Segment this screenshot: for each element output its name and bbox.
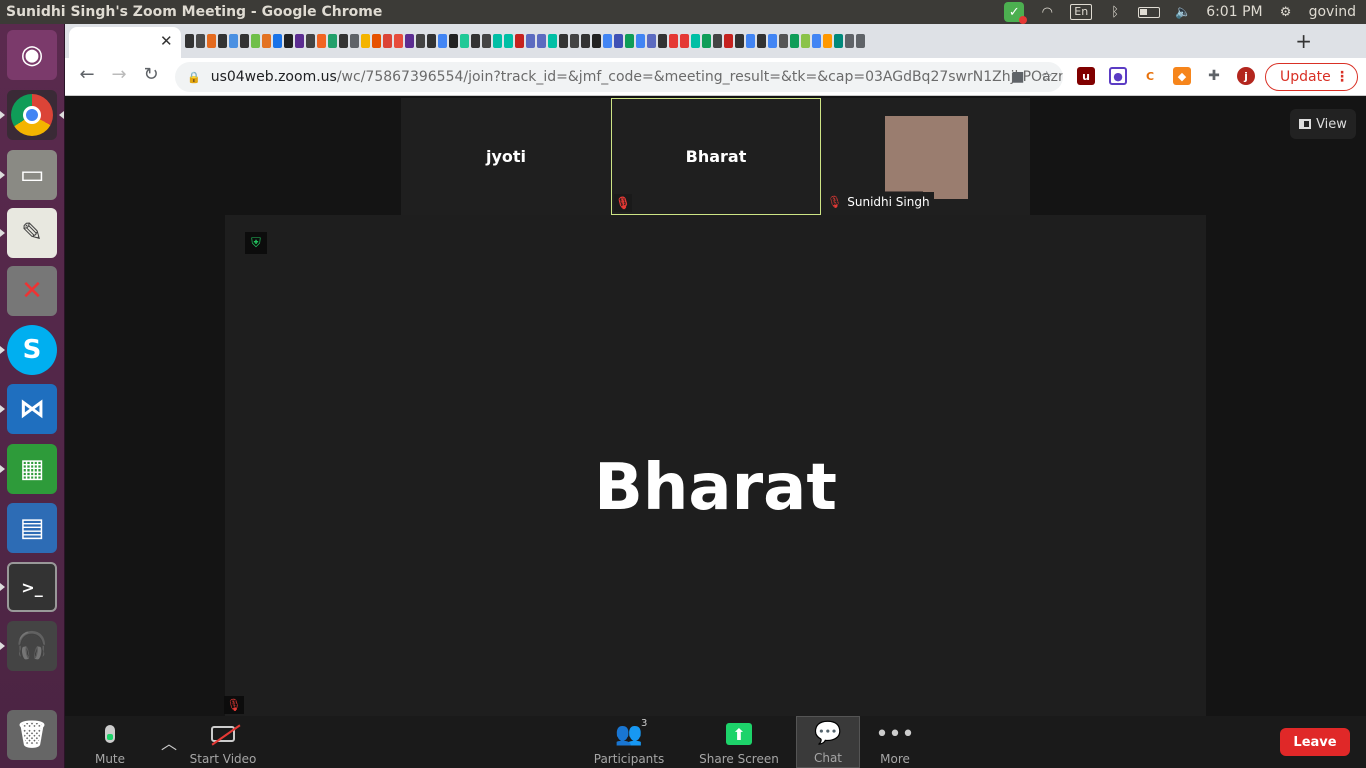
- url-host: us04web.zoom.us: [210, 69, 337, 85]
- text-editor-icon[interactable]: ✎: [7, 208, 57, 258]
- mute-button[interactable]: Mute: [89, 716, 131, 768]
- vscode-icon[interactable]: ⋈: [7, 384, 57, 434]
- running-indicator: [0, 346, 5, 354]
- muted-mic-icon: 🎙: [614, 194, 632, 212]
- screen-recorder-extension-icon[interactable]: ●: [1109, 67, 1127, 85]
- audio-options-chevron-up-icon[interactable]: ︿: [161, 730, 177, 754]
- terminal-icon[interactable]: >_: [7, 562, 57, 612]
- forward-arrow-icon[interactable]: →: [107, 64, 131, 85]
- running-indicator: [0, 465, 5, 473]
- participant-name: jyoti: [485, 147, 527, 166]
- participant-gallery-strip: jyoti Bharat 🎙: [401, 98, 1030, 215]
- ubuntu-dash-icon[interactable]: ◉: [7, 30, 57, 80]
- keyboard-language-indicator[interactable]: En: [1070, 4, 1093, 20]
- document-writer-icon[interactable]: ▤: [7, 503, 57, 553]
- system-tools-icon[interactable]: ✕: [7, 266, 57, 316]
- browser-tab-strip: ✕ +: [65, 24, 1366, 58]
- window-title: Sunidhi Singh's Zoom Meeting - Google Ch…: [6, 4, 383, 20]
- mute-label: Mute: [94, 752, 126, 766]
- more-dots-icon: •••: [875, 721, 915, 747]
- lock-icon[interactable]: 🔒: [187, 71, 201, 84]
- chat-bubble-icon: 💬: [814, 720, 842, 746]
- ublock-extension-icon[interactable]: u: [1077, 67, 1095, 85]
- profile-avatar[interactable]: j: [1237, 67, 1255, 85]
- active-speaker-name: Bharat: [594, 451, 837, 525]
- running-indicator: [0, 642, 5, 650]
- participants-icon: 👥: [615, 721, 643, 747]
- camera-in-use-icon[interactable]: ■: [1011, 69, 1024, 85]
- encryption-shield-icon[interactable]: ⛨: [245, 232, 267, 254]
- metamask-extension-icon[interactable]: ◆: [1173, 67, 1191, 85]
- more-label: More: [880, 752, 910, 766]
- participant-avatar: [885, 116, 968, 199]
- app-launcher: ◉ ▭ ✎ ✕ S ⋈ ▦ ▤ >_ 🎧 🗑: [0, 24, 65, 768]
- participants-button[interactable]: 👥 3 Participants: [593, 716, 665, 768]
- more-button[interactable]: ••• More: [875, 716, 915, 768]
- start-video-button[interactable]: Start Video: [189, 716, 257, 768]
- participant-name-tag: 🎙 Sunidhi Singh: [825, 192, 934, 212]
- headphones-icon[interactable]: 🎧: [7, 621, 57, 671]
- participant-name: Sunidhi Singh: [847, 195, 930, 209]
- battery-icon[interactable]: [1138, 6, 1161, 18]
- extensions-puzzle-icon[interactable]: ✚: [1205, 67, 1223, 85]
- bookmark-star-icon[interactable]: ☆: [1040, 69, 1053, 85]
- update-label: Update: [1280, 69, 1331, 85]
- participant-tile-jyoti[interactable]: jyoti: [401, 98, 611, 215]
- view-label: View: [1316, 116, 1347, 132]
- url-path: /wc/75867396554/join?track_id=&jmf_code=…: [336, 69, 1063, 85]
- chrome-icon[interactable]: [7, 90, 57, 140]
- skype-icon[interactable]: S: [7, 325, 57, 375]
- spreadsheet-icon[interactable]: ▦: [7, 444, 57, 494]
- running-indicator: [0, 229, 5, 237]
- participants-label: Participants: [593, 752, 665, 766]
- share-screen-icon: ⬆: [726, 720, 752, 748]
- user-name[interactable]: govind: [1309, 4, 1356, 20]
- active-speaker-view[interactable]: ⛨ Bharat: [225, 215, 1206, 716]
- grid-view-icon: [1299, 119, 1312, 129]
- clock[interactable]: 6:01 PM: [1206, 4, 1262, 20]
- address-bar[interactable]: 🔒 us04web.zoom.us/wc/75867396554/join?tr…: [175, 62, 1063, 92]
- running-indicator: [0, 583, 5, 591]
- extension-c-icon[interactable]: C: [1141, 67, 1159, 85]
- chrome-update-button[interactable]: Update ⋮: [1265, 63, 1358, 91]
- volume-icon[interactable]: 🔈: [1174, 4, 1192, 20]
- system-top-panel: Sunidhi Singh's Zoom Meeting - Google Ch…: [0, 0, 1366, 24]
- trash-icon[interactable]: 🗑: [7, 710, 57, 760]
- new-tab-icon[interactable]: +: [1295, 29, 1312, 53]
- bluetooth-icon[interactable]: ᛒ: [1106, 4, 1124, 20]
- share-label: Share Screen: [699, 752, 779, 766]
- chat-label: Chat: [813, 751, 843, 765]
- meeting-control-bar: Mute ︿ Start Video 👥 3 Participants ⬆ Sh…: [65, 716, 1366, 768]
- browser-toolbar: ← → ↻ 🔒 us04web.zoom.us/wc/75867396554/j…: [65, 58, 1366, 96]
- focused-indicator: [59, 111, 64, 119]
- running-indicator: [0, 111, 5, 119]
- chat-button[interactable]: 💬 Chat: [796, 716, 860, 768]
- running-indicator: [0, 405, 5, 413]
- wifi-icon[interactable]: ◠: [1038, 4, 1056, 20]
- video-off-icon: [211, 720, 235, 748]
- speaker-muted-mic-icon: 🎙: [224, 696, 244, 714]
- settings-gear-icon[interactable]: ⚙: [1277, 4, 1295, 20]
- files-icon[interactable]: ▭: [7, 150, 57, 200]
- participant-name: Bharat: [685, 147, 747, 166]
- system-tray: ✓ ◠ En ᛒ 🔈 6:01 PM ⚙ govind: [1004, 2, 1366, 24]
- sync-status-icon[interactable]: ✓: [1004, 2, 1028, 24]
- zoom-meeting: jyoti Bharat 🎙 🎙 Sunidhi Singh View ⛨ Bh…: [65, 96, 1366, 768]
- menu-kebab-icon[interactable]: ⋮: [1335, 69, 1349, 85]
- video-label: Start Video: [189, 752, 257, 766]
- close-tab-icon[interactable]: ✕: [160, 32, 173, 50]
- view-layout-button[interactable]: View: [1290, 109, 1356, 139]
- reload-icon[interactable]: ↻: [139, 64, 163, 85]
- microphone-icon: [105, 720, 115, 748]
- share-screen-button[interactable]: ⬆ Share Screen: [699, 716, 779, 768]
- pinned-tab-favicons[interactable]: [185, 34, 1276, 50]
- running-indicator: [0, 171, 5, 179]
- participants-count: 3: [641, 718, 648, 729]
- muted-mic-icon: 🎙: [827, 195, 843, 209]
- leave-button[interactable]: Leave: [1280, 728, 1350, 756]
- participant-tile-bharat[interactable]: Bharat 🎙: [611, 98, 821, 215]
- back-arrow-icon[interactable]: ←: [75, 64, 99, 85]
